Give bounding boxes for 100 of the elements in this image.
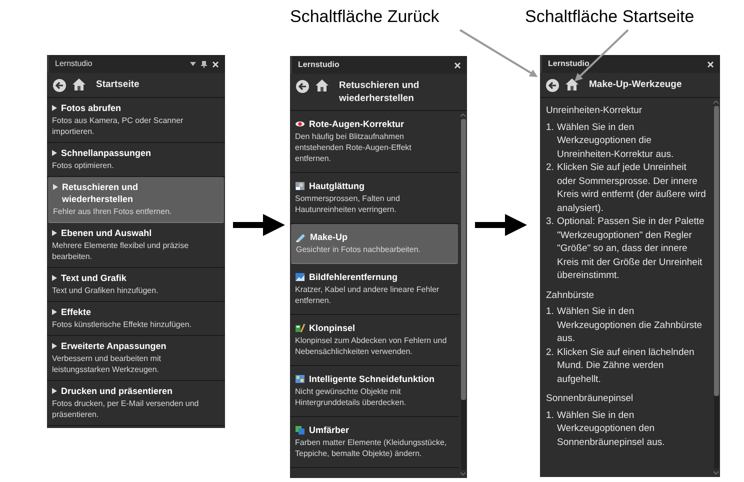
item-description: Fotos aus Kamera, PC oder Scanner importieren. <box>52 115 184 137</box>
home-icon[interactable] <box>72 78 86 91</box>
expand-triangle-icon <box>52 150 57 156</box>
step-number: 2. <box>546 161 555 175</box>
item-title: Retuschieren und wiederherstellen <box>62 181 140 205</box>
panel-heading: Make-Up-Werkzeuge <box>589 78 682 91</box>
section-heading: Unreinheiten-Korrektur <box>546 104 644 118</box>
step-number: 3. <box>546 215 555 229</box>
item-title: Effekte <box>61 306 92 318</box>
list-item[interactable]: Rote-Augen-Korrektur Den häufig bei Blitzaufnahmen entstehenden Rote-Augen-Effekt entfernen. <box>290 111 459 173</box>
item-description: Text und Grafiken hinzufügen. <box>52 285 160 296</box>
arrow-icon <box>475 212 527 238</box>
item-title: Hautglättung <box>309 180 364 192</box>
expand-triangle-icon <box>52 343 57 349</box>
item-description: Gesichter in Fotos nachbearbeiten. <box>296 244 422 255</box>
expand-triangle-icon <box>52 105 57 111</box>
back-button[interactable] <box>53 79 66 92</box>
close-icon[interactable] <box>212 60 219 68</box>
list-item[interactable]: Effekte Fotos künstlerische Effekte hinzufügen. <box>47 302 225 336</box>
arrow-icon <box>233 212 285 238</box>
step-text: Wählen Sie in den Werkzeugoptionen den Sonnenbräunepinsel aus. <box>557 408 666 449</box>
menu-caret-icon <box>190 61 196 67</box>
tool-icon <box>295 119 305 129</box>
expand-triangle-icon <box>52 275 57 281</box>
list-item[interactable]: Klonpinsel Klonpinsel zum Abdecken von Fehlern und Nebensächlichkeiten verwenden. <box>290 315 459 366</box>
item-title: Intelligente Schneidefunktion <box>309 373 435 385</box>
item-description: Kratzer, Kabel und andere lineare Fehler entfernen. <box>295 284 440 306</box>
list-item[interactable]: Ebenen und Auswahl Mehrere Elemente flexibel und präzise bearbeiten. <box>47 223 225 268</box>
list-item[interactable]: Bildfehlerentfernung Kratzer, Kabel und andere lineare Fehler entfernen. <box>290 264 459 315</box>
step-text: Optional: Passen Sie in der Palette "Werkzeugoptionen" den Regler "Größe" so an, dass der innere Kreis mit der Größe der Unreinheit übereinstimmt. <box>557 215 706 282</box>
list-item[interactable]: Text und Grafik Text und Grafiken hinzufügen. <box>47 268 225 302</box>
list-item[interactable]: Retuschieren und wiederherstellen Fehler aus Ihren Fotos entfernen. <box>48 177 224 223</box>
panel-heading: Startseite <box>96 78 140 91</box>
scroll-up-icon <box>460 113 466 117</box>
callout-label: Schaltfläche Startseite <box>525 6 696 28</box>
step-text: Klicken Sie auf einen lächelnden Mund. Die Zähne werden aufgehellt. <box>557 346 696 386</box>
step-number: 1. <box>546 305 555 319</box>
item-title: Umfärber <box>309 424 350 436</box>
item-description: Sommersprossen, Falten und Hautunreinheiten verringern. <box>295 193 401 215</box>
list-item[interactable]: Umfärber Farben matter Elemente (Kleidungsstücke, Teppiche, bemalte Objekte) ändern. <box>290 417 459 468</box>
scroll-up-icon <box>713 100 719 104</box>
scroll-down-icon <box>460 472 466 476</box>
step-text: Klicken Sie auf jede Unreinheit oder Sommersprosse. Der innere Kreis wird entfernt (der äußere wird analysiert). <box>557 161 706 215</box>
list-item[interactable]: Make-Up Gesichter in Fotos nachbearbeiten. <box>291 224 458 264</box>
tool-icon <box>296 232 306 242</box>
item-description: Fehler aus Ihren Fotos entfernen. <box>53 206 173 217</box>
panel-title: Lernstudio <box>548 58 590 70</box>
panel-title: Lernstudio <box>55 58 92 70</box>
back-button[interactable] <box>546 79 559 92</box>
home-icon[interactable] <box>565 78 579 91</box>
callout-label: Schaltfläche Zurück <box>290 6 440 28</box>
back-arrow-icon <box>548 81 557 90</box>
scrollbar[interactable] <box>712 98 720 477</box>
item-description: Fotos drucken, per E-Mail versenden und präsentieren. <box>52 398 200 420</box>
step-text: Wählen Sie in den Werkzeugoptionen die Unreinheiten-Korrektur aus. <box>557 120 675 161</box>
expand-triangle-icon <box>53 184 58 190</box>
scroll-down-icon <box>713 471 719 475</box>
step-number: 1. <box>546 408 555 422</box>
tool-icon <box>295 181 305 191</box>
list-item[interactable]: Intelligente Schneidefunktion Nicht gewünschte Objekte mit Hintergrunddetails überdecken. <box>290 366 459 417</box>
tool-icon <box>295 374 305 384</box>
list-item[interactable]: Fotos abrufen Fotos aus Kamera, PC oder Scanner importieren. <box>47 98 225 143</box>
expand-triangle-icon <box>52 309 57 315</box>
item-description: Nicht gewünschte Objekte mit Hintergrunddetails überdecken. <box>295 386 408 408</box>
back-button[interactable] <box>296 80 309 93</box>
scrollbar[interactable] <box>459 111 467 478</box>
expand-triangle-icon <box>52 388 57 394</box>
panel-heading: Retuschieren und wiederherstellen <box>339 79 420 105</box>
home-icon[interactable] <box>315 79 329 92</box>
item-title: Text und Grafik <box>61 272 126 284</box>
item-description: Fotos künstlerische Effekte hinzufügen. <box>52 319 192 330</box>
step-text: Wählen Sie in den Werkzeugoptionen die Zahnbürste aus. <box>557 305 704 346</box>
close-icon[interactable] <box>707 60 714 68</box>
item-title: Rote-Augen-Korrektur <box>309 118 404 130</box>
back-arrow-icon <box>298 82 307 91</box>
item-description: Verbessern und bearbeiten mit leistungsstarken Werkzeugen. <box>52 353 162 375</box>
item-description: Klonpinsel zum Abdecken von Fehlern und Nebensächlichkeiten verwenden. <box>295 335 447 357</box>
item-title: Drucken und präsentieren <box>61 385 173 397</box>
item-title: Schnellanpassungen <box>61 147 152 159</box>
scroll-thumb[interactable] <box>714 106 718 396</box>
item-title: Klonpinsel <box>309 322 356 334</box>
step-number: 1. <box>546 120 555 134</box>
item-title: Make-Up <box>310 231 348 243</box>
scroll-thumb[interactable] <box>460 119 466 400</box>
tool-icon <box>295 272 305 282</box>
item-description: Mehrere Elemente flexibel und präzise bearbeiten. <box>52 240 190 262</box>
pin-icon <box>201 60 207 68</box>
item-title: Ebenen und Auswahl <box>61 227 152 239</box>
item-description: Den häufig bei Blitzaufnahmen entstehenden Rote-Augen-Effekt entfernen. <box>295 131 412 164</box>
item-description: Farben matter Elemente (Kleidungsstücke, Teppiche, bemalte Objekte) ändern. <box>295 437 447 459</box>
expand-triangle-icon <box>52 230 57 236</box>
item-title: Bildfehlerentfernung <box>309 271 398 283</box>
item-title: Erweiterte Anpassungen <box>61 340 166 352</box>
item-description: Fotos optimieren. <box>52 160 115 171</box>
item-title: Fotos abrufen <box>61 102 121 114</box>
list-item[interactable]: Erweiterte Anpassungen Verbessern und bearbeiten mit leistungsstarken Werkzeugen. <box>47 336 225 381</box>
list-item[interactable]: Drucken und präsentieren Fotos drucken, per E-Mail versenden und präsentieren. <box>47 381 225 426</box>
back-arrow-icon <box>55 81 64 90</box>
close-icon[interactable] <box>454 62 461 68</box>
panel-title: Lernstudio <box>298 59 340 71</box>
